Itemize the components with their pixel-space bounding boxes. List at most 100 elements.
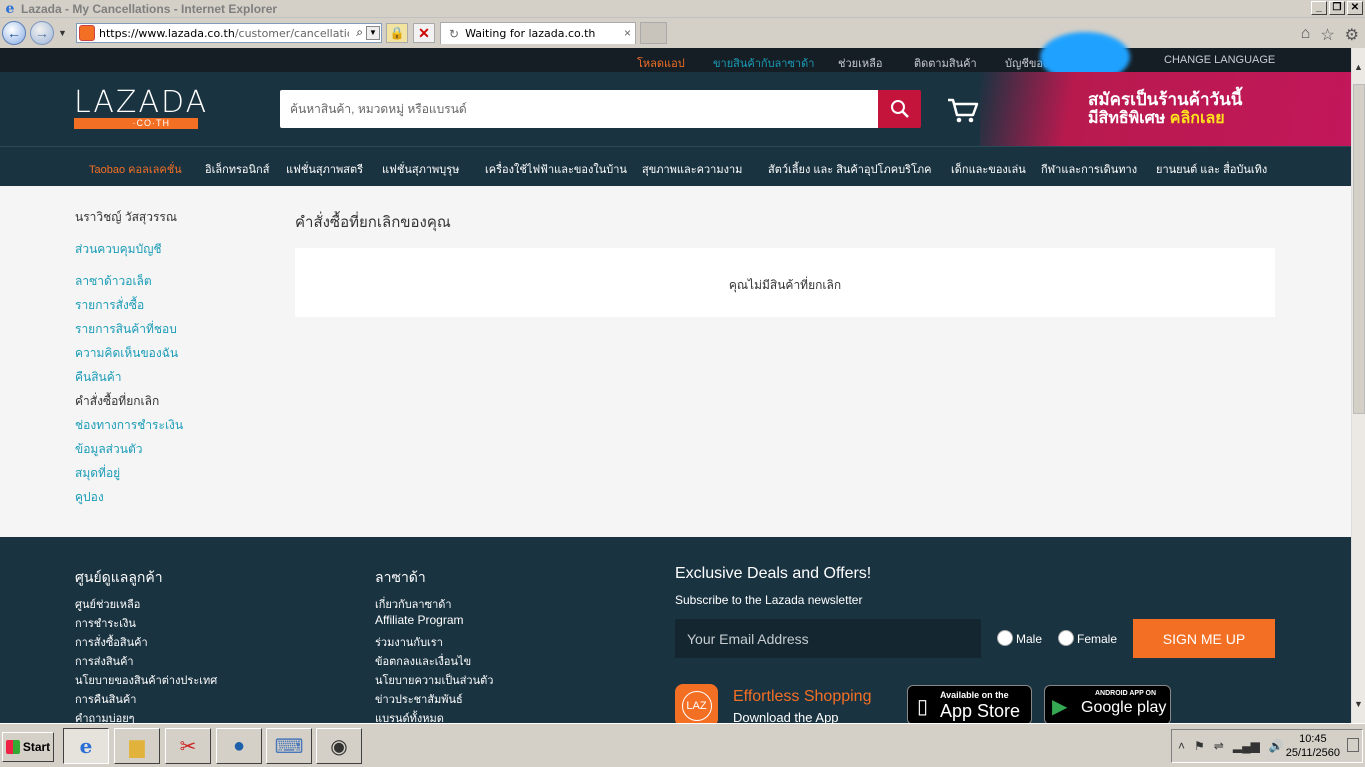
seller-promo-banner[interactable]: สมัครเป็นร้านค้าวันนี้ มีสิทธิพิเศษ คลิก…	[980, 72, 1351, 146]
sidebar-item-wishlist[interactable]: รายการสินค้าที่ชอบ	[75, 320, 177, 339]
taskbar-snipping-tool[interactable]: ✂	[165, 728, 211, 764]
sidebar-item-payment-methods[interactable]: ช่องทางการชำระเงิน	[75, 416, 183, 435]
close-tab-icon[interactable]: ×	[624, 26, 631, 40]
category-kids-toys[interactable]: เด็กและของเล่น	[951, 160, 1026, 178]
stop-button[interactable]: ✕	[413, 23, 435, 43]
usb-icon[interactable]: ⇌	[1214, 739, 1224, 753]
gender-female-radio[interactable]	[1058, 630, 1074, 646]
footer-link[interactable]: Affiliate Program	[375, 613, 463, 627]
url-host: https://www.lazada.co.th	[99, 26, 235, 40]
footer-link[interactable]: การสั่งซื้อสินค้า	[75, 633, 148, 651]
favorites-star-icon[interactable]: ☆	[1320, 25, 1334, 45]
topbar-link-sell[interactable]: ขายสินค้ากับลาซาด้า	[713, 54, 814, 72]
footer-link[interactable]: เกี่ยวกับลาซาด้า	[375, 595, 452, 613]
taskbar-onscreen-keyboard[interactable]: ⌨	[266, 728, 312, 764]
site-header: LAZADA ·CO·TH สมัครเป็นร้านค้าวันนี้ มีส…	[0, 72, 1351, 146]
search-input[interactable]	[280, 90, 878, 128]
forward-button[interactable]: →	[30, 21, 54, 45]
browser-tab[interactable]: ↻ Waiting for lazada.co.th ×	[440, 22, 636, 44]
taskbar-app-globe[interactable]: ●	[216, 728, 262, 764]
sidebar-item-coupons[interactable]: คูปอง	[75, 488, 104, 507]
search-button[interactable]	[878, 90, 921, 128]
start-button[interactable]: Start	[2, 732, 54, 762]
category-health-beauty[interactable]: สุขภาพและความงาม	[642, 160, 742, 178]
category-pets-groceries[interactable]: สัตว์เลี้ยง และ สินค้าอุปโภคบริโภค	[768, 160, 932, 178]
sidebar-item-profile[interactable]: ข้อมูลส่วนตัว	[75, 440, 142, 459]
maximize-button[interactable]: ❐	[1329, 1, 1345, 15]
topbar-link-track[interactable]: ติดตามสินค้า	[914, 54, 977, 72]
category-women-fashion[interactable]: แฟชั่นสุภาพสตรี	[286, 160, 363, 178]
chevron-up-icon[interactable]: ˄	[1178, 739, 1185, 753]
folder-icon: ▆	[129, 735, 145, 758]
play-triangle-icon: ▶	[1052, 696, 1068, 718]
footer-link[interactable]: การส่งสินค้า	[75, 652, 134, 670]
footer-link[interactable]: การชำระเงิน	[75, 614, 136, 632]
category-automotive-media[interactable]: ยานยนต์ และ สื่อบันเทิง	[1156, 160, 1267, 178]
site-footer: ศูนย์ดูแลลูกค้า ศูนย์ช่วยเหลือ การชำระเง…	[0, 537, 1351, 727]
sidebar-item-cancellations[interactable]: คำสั่งซื้อที่ยกเลิก	[75, 392, 159, 411]
footer-link[interactable]: ข่าวประชาสัมพันธ์	[375, 690, 463, 708]
sidebar-item-orders[interactable]: รายการสั่งซื้อ	[75, 296, 144, 315]
show-desktop-button[interactable]	[1347, 738, 1359, 752]
flag-icon[interactable]: ⚑	[1194, 739, 1205, 753]
google-play-badge[interactable]: ▶ ANDROID APP ON Google play	[1044, 685, 1171, 725]
logo-word: LAZADA	[74, 85, 209, 120]
back-button[interactable]: ←	[2, 21, 26, 45]
address-bar[interactable]: https://www.lazada.co.th/customer/cancel…	[76, 23, 382, 43]
camera-icon: ◉	[330, 735, 348, 758]
sidebar-item-address-book[interactable]: สมุดที่อยู่	[75, 464, 120, 483]
home-icon[interactable]: ⌂	[1301, 25, 1311, 45]
topbar-link-download-app[interactable]: โหลดแอป	[637, 54, 685, 72]
sidebar-item-account-dashboard[interactable]: ส่วนควบคุมบัญชี	[75, 240, 162, 259]
minimize-button[interactable]: _	[1311, 1, 1327, 15]
footer-link[interactable]: การคืนสินค้า	[75, 690, 136, 708]
footer-link[interactable]: ข้อตกลงและเงื่อนไข	[375, 652, 471, 670]
newsletter-email-input[interactable]	[675, 619, 981, 658]
address-search-icon[interactable]: ⌕	[356, 25, 363, 40]
sign-up-button[interactable]: SIGN ME UP	[1133, 619, 1275, 658]
app-store-badge[interactable]: ▯ Available on the App Store	[907, 685, 1032, 725]
url-path: /customer/cancellations/ir	[234, 26, 349, 40]
sidebar-item-returns[interactable]: คืนสินค้า	[75, 368, 122, 387]
arrow-right-icon: →	[35, 25, 49, 41]
lazada-logo[interactable]: LAZADA ·CO·TH	[74, 88, 208, 129]
gender-male-radio[interactable]	[997, 630, 1013, 646]
keyboard-icon: ⌨	[274, 735, 304, 758]
address-dropdown-icon[interactable]: ▼	[366, 26, 380, 40]
new-tab-button[interactable]	[640, 22, 667, 44]
category-men-fashion[interactable]: แฟชั่นสุภาพบุรุษ	[382, 160, 459, 178]
lazada-app-icon[interactable]: LAZ	[675, 684, 718, 727]
topbar-link-help[interactable]: ช่วยเหลือ	[838, 54, 882, 72]
close-window-button[interactable]: ✕	[1347, 1, 1363, 15]
security-lock-icon[interactable]: 🔒	[386, 23, 408, 43]
address-url[interactable]: https://www.lazada.co.th/customer/cancel…	[99, 27, 349, 40]
sidebar-item-reviews[interactable]: ความคิดเห็นของฉัน	[75, 344, 178, 363]
cart-button[interactable]	[946, 96, 980, 124]
volume-icon[interactable]: 🔊	[1269, 739, 1284, 753]
category-sports-travel[interactable]: กีฬาและการเดินทาง	[1041, 160, 1137, 178]
clock-date: 25/11/2560	[1285, 747, 1340, 759]
scroll-down-icon[interactable]: ▼	[1354, 699, 1363, 709]
promo-line2: มีสิทธิพิเศษ คลิกเลย	[1088, 106, 1225, 131]
footer-link[interactable]: นโยบายของสินค้าต่างประเทศ	[75, 671, 217, 689]
category-home-appliances[interactable]: เครื่องใช้ไฟฟ้าและของในบ้าน	[485, 160, 627, 178]
top-utility-bar: โหลดแอป ขายสินค้ากับลาซาด้า ช่วยเหลือ ติ…	[0, 48, 1351, 72]
category-taobao[interactable]: Taobao คอลเลคชั่น	[89, 160, 182, 178]
page-scrollbar[interactable]: ▲ ▼	[1351, 48, 1365, 723]
footer-link[interactable]: ศูนย์ช่วยเหลือ	[75, 595, 140, 613]
history-dropdown-icon[interactable]: ▼	[58, 28, 67, 38]
gear-icon[interactable]: ⚙	[1345, 25, 1359, 45]
sidebar-item-wallet[interactable]: ลาซาด้าวอเล็ต	[75, 272, 152, 291]
taskbar-camera[interactable]: ◉	[316, 728, 362, 764]
taskbar-internet-explorer[interactable]: e	[63, 728, 109, 764]
footer-link[interactable]: นโยบายความเป็นส่วนตัว	[375, 671, 493, 689]
scroll-up-icon[interactable]: ▲	[1354, 62, 1363, 72]
network-signal-icon[interactable]: ▂▄▆	[1233, 739, 1260, 753]
tray-clock[interactable]: 10:45 25/11/2560	[1286, 732, 1340, 760]
footer-heading-lazada: ลาซาด้า	[375, 569, 426, 585]
taskbar-explorer[interactable]: ▆	[114, 728, 160, 764]
footer-link[interactable]: ร่วมงานกับเรา	[375, 633, 443, 651]
scroll-thumb[interactable]	[1353, 84, 1365, 414]
category-electronics[interactable]: อิเล็กทรอนิกส์	[205, 160, 269, 178]
topbar-link-change-language[interactable]: CHANGE LANGUAGE	[1164, 54, 1275, 66]
